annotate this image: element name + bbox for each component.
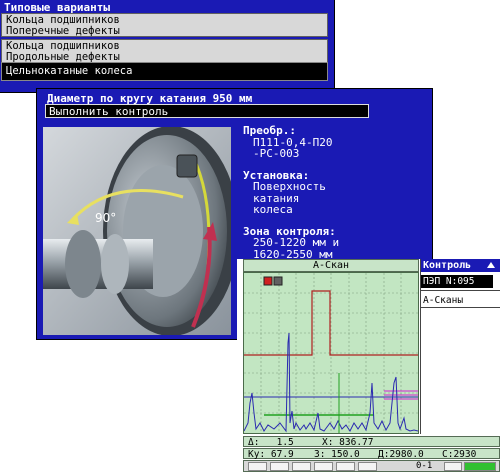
menu-item-bearing-longitudinal[interactable]: Кольца подшипников Продольные дефекты: [1, 39, 328, 63]
scroll-up-icon[interactable]: [487, 262, 495, 268]
angle-label: 90°: [95, 211, 116, 225]
mount-value-1: Поверхность: [253, 180, 326, 193]
gain-readout: Ку: 67.9: [248, 449, 294, 460]
ascan-title: А-Скан: [243, 259, 419, 272]
converter-value-cont: -PC-003: [253, 147, 300, 160]
mount-value-3: колеса: [253, 203, 293, 216]
x-readout: X: 836.77: [322, 437, 374, 448]
menu-item-line2: Поперечные дефекты: [6, 25, 120, 37]
zero-one-toggle[interactable]: 0-1: [416, 461, 432, 472]
menu-item-solid-rolled-wheels[interactable]: Цельнокатаные колеса: [1, 62, 328, 81]
zone-value-1: 250-1220 мм и: [253, 236, 340, 249]
ascan-panel: А-Скан Контроль ПЭП N:095 А-Сканы Δ: 1.5…: [237, 259, 500, 473]
converter-label: Преобр.:: [243, 124, 296, 137]
battery-icon: [464, 462, 496, 471]
channel-gray-icon: [273, 276, 283, 286]
control-sidebar: Контроль ПЭП N:095 А-Сканы: [420, 259, 500, 434]
status-bar-params: Ку: 67.9 З: 150.0 Д:2980.0 С:2930: [243, 448, 500, 460]
toolbar: 0-1: [243, 460, 500, 472]
typical-variants-window: Типовые варианты Кольца подшипников Попе…: [0, 0, 335, 93]
ascans-menu-item[interactable]: А-Сканы: [423, 295, 463, 306]
menu-item-bearing-transverse[interactable]: Кольца подшипников Поперечные дефекты: [1, 13, 328, 37]
status-bar-cursor: Δ: 1.5 X: 836.77: [243, 436, 500, 448]
control-title-label: Контроль: [423, 260, 472, 271]
grid-tool-icon[interactable]: [270, 462, 289, 471]
probe-selector[interactable]: ПЭП N:095: [421, 275, 493, 288]
peak-tool-icon[interactable]: [292, 462, 311, 471]
velocity-readout: С:2930: [442, 449, 477, 460]
menu-item-line1: Цельнокатаные колеса: [6, 65, 133, 77]
delta-readout: Δ: 1.5: [248, 437, 294, 448]
level-tool-icon[interactable]: [444, 462, 462, 471]
control-title: Контроль: [421, 259, 500, 272]
delay-readout: З: 150.0: [314, 449, 360, 460]
ascan-screen[interactable]: [243, 272, 419, 434]
spike-tool-icon[interactable]: [358, 462, 377, 471]
channel-red-icon: [263, 276, 273, 286]
ascan-plot: [243, 273, 419, 433]
bars-tool-icon[interactable]: [314, 462, 333, 471]
inspection-info: Преобр.: П111-0,4-П20 -PC-003 Установка:…: [243, 125, 428, 260]
pulse-tool-icon[interactable]: [336, 462, 355, 471]
wheel-photo: 90°: [43, 127, 231, 335]
range-readout: Д:2980.0: [378, 449, 424, 460]
waveform-tool-icon[interactable]: [248, 462, 267, 471]
run-inspection-button[interactable]: Выполнить контроль: [45, 104, 369, 118]
